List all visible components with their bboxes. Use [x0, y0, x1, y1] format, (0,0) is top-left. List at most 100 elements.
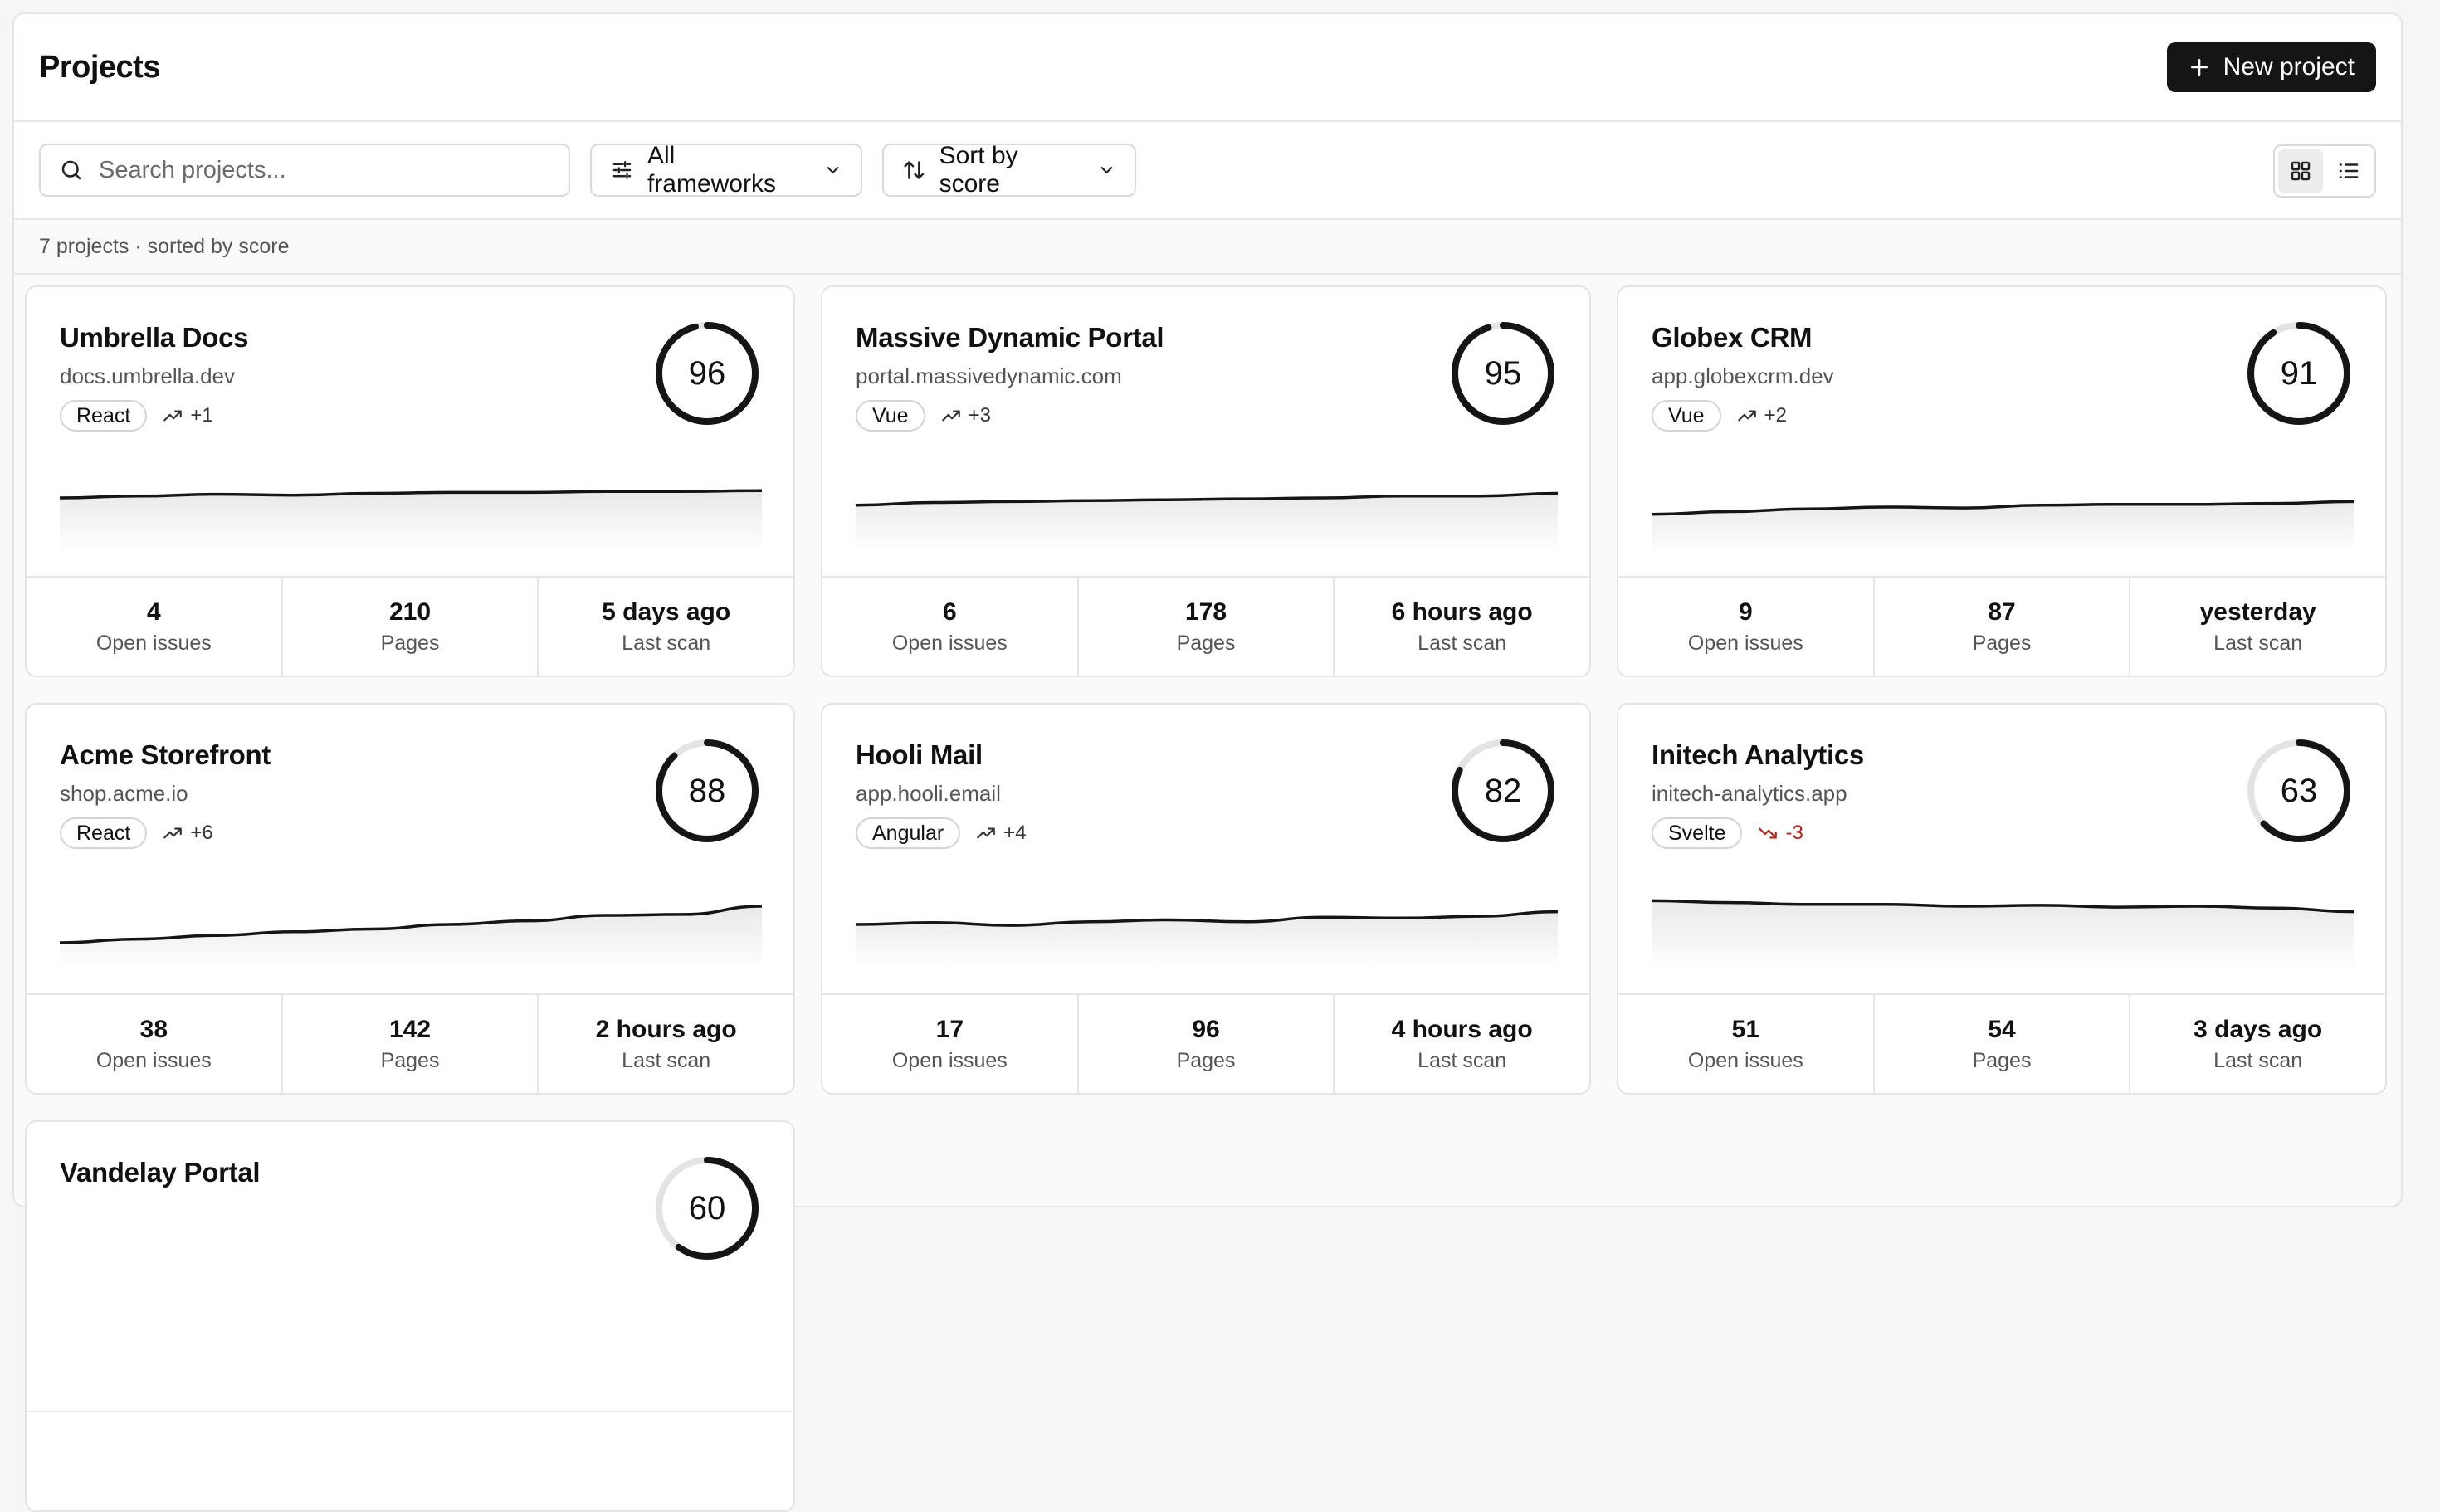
chevron-down-icon — [827, 167, 839, 173]
project-stats: 51 Open issues 54 Pages 3 days ago Last scan — [1618, 993, 2385, 1093]
score-value: 60 — [688, 1189, 726, 1227]
framework-badge: Angular — [856, 817, 961, 849]
stat-value: 51 — [1731, 1015, 1760, 1043]
stat-value: 4 hours ago — [1391, 1015, 1533, 1043]
score-history-sparkline — [60, 905, 762, 970]
chevron-down-icon — [1100, 167, 1113, 173]
stat-label: Open issues — [95, 1048, 212, 1072]
sparkline-area — [60, 490, 762, 553]
trend-value: +6 — [190, 822, 213, 844]
trend-value: +1 — [190, 404, 213, 427]
project-stats: 38 Open issues 142 Pages 2 hours ago Last sca… — [27, 993, 793, 1093]
sparkline-area — [1652, 900, 2354, 970]
trend-value: +4 — [1003, 822, 1027, 844]
search-input[interactable] — [99, 156, 550, 184]
score-history-sparkline — [1652, 500, 2354, 553]
trend-value: +2 — [1764, 404, 1787, 427]
trend-value: +3 — [968, 404, 991, 427]
framework-badge: Svelte — [1652, 817, 1743, 849]
stat-label: Open issues — [95, 631, 212, 655]
project-card[interactable]: Umbrella Docs docs.umbrella.dev React +1… — [25, 285, 795, 677]
project-name: Hooli Mail — [856, 739, 983, 770]
view-toggle — [2273, 144, 2376, 198]
project-card[interactable]: Acme Storefront shop.acme.io React +6 88… — [25, 703, 795, 1095]
new-project-label: New project — [2223, 53, 2355, 80]
stat-value: 2 hours ago — [595, 1015, 737, 1043]
stat-value: 178 — [1184, 597, 1227, 626]
page-header: Projects New project — [14, 14, 2401, 122]
results-summary-text: 7 projects · sorted by score — [39, 234, 290, 258]
score-history-sparkline — [60, 489, 762, 553]
stat-value: 54 — [1988, 1015, 2016, 1043]
project-name: Globex CRM — [1652, 322, 1813, 353]
project-tags: Vue +3 — [856, 400, 991, 432]
project-stats: 6 Open issues 178 Pages 6 hours ago Last scan — [822, 576, 1589, 676]
results-summary: 7 projects · sorted by score — [14, 220, 2401, 275]
stat-cell: 54 Pages — [1875, 995, 2131, 1093]
stat-label: Pages — [380, 631, 440, 655]
stat-value: 142 — [388, 1015, 432, 1043]
project-domain: initech-analytics.app — [1652, 781, 1847, 806]
stat-label: Pages — [1972, 631, 2032, 655]
framework-filter[interactable]: All frameworks — [590, 142, 862, 198]
stat-value: yesterday — [2199, 597, 2316, 626]
project-card[interactable]: Hooli Mail app.hooli.email Angular +4 82… — [821, 703, 1591, 1095]
stat-cell: 17 Open issues — [822, 995, 1079, 1093]
score-trend: +1 — [162, 404, 213, 427]
score-trend: +3 — [940, 404, 991, 427]
sort-select[interactable]: Sort by score — [882, 142, 1136, 198]
project-card[interactable]: Massive Dynamic Portal portal.massivedyn… — [821, 285, 1591, 677]
stat-label: Open issues — [1687, 1048, 1803, 1072]
trending-up-icon — [1737, 410, 1756, 422]
stat-value: 87 — [1988, 597, 2016, 626]
trending-up-icon — [163, 410, 183, 422]
stat-label: Pages — [1972, 1048, 2032, 1072]
framework-badge: Vue — [856, 400, 925, 432]
new-project-button[interactable]: New project — [2166, 42, 2376, 92]
stat-cell: 2 hours ago Last scan — [539, 995, 793, 1093]
trending-up-icon — [941, 410, 960, 422]
project-card[interactable]: Initech Analytics initech-analytics.app … — [1617, 703, 2387, 1095]
stat-value: 6 hours ago — [1391, 597, 1533, 626]
stat-label: Last scan — [622, 631, 711, 655]
project-stats: 9 Open issues 87 Pages yesterday Last scan — [1618, 576, 2385, 676]
project-tags: Vue +2 — [1652, 400, 1787, 432]
list-icon — [2339, 163, 2359, 178]
project-card[interactable]: Vandelay Portal 60 — [25, 1120, 795, 1512]
grid-view-button[interactable] — [2278, 149, 2323, 193]
trending-down-icon — [1759, 827, 1778, 839]
project-tags: Angular +4 — [856, 817, 1027, 849]
project-grid: Umbrella Docs docs.umbrella.dev React +1… — [25, 285, 2387, 1512]
score-trend: +4 — [975, 822, 1027, 845]
sparkline-area — [1652, 501, 2354, 553]
stat-cell: 38 Open issues — [27, 995, 283, 1093]
stat-cell: 51 Open issues — [1618, 995, 1875, 1093]
project-card[interactable]: Globex CRM app.globexcrm.dev Vue +2 91 9… — [1617, 285, 2387, 677]
stat-cell: 96 Pages — [1079, 995, 1335, 1093]
project-domain: shop.acme.io — [60, 781, 188, 806]
stat-value: 4 — [146, 597, 161, 626]
framework-badge: React — [60, 817, 148, 849]
toolbar: All frameworks Sort by score — [14, 122, 2401, 220]
stat-label: Pages — [1176, 1048, 1236, 1072]
score-history-sparkline — [856, 910, 1558, 970]
grid-icon — [2291, 161, 2311, 181]
score-ring: 63 — [2244, 736, 2354, 846]
project-tags: React +1 — [60, 400, 213, 432]
score-trend: -3 — [1757, 822, 1803, 845]
list-view-button[interactable] — [2326, 149, 2371, 193]
score-ring: 88 — [652, 736, 762, 846]
stat-value: 210 — [388, 597, 432, 626]
score-value: 95 — [1484, 354, 1522, 392]
stat-value: 38 — [139, 1015, 168, 1043]
search-box[interactable] — [39, 144, 570, 197]
stat-value: 3 days ago — [2194, 1015, 2323, 1043]
framework-filter-label: All frameworks — [647, 142, 776, 198]
project-domain: portal.massivedynamic.com — [856, 363, 1122, 388]
framework-badge: Vue — [1652, 400, 1721, 432]
project-stats: 17 Open issues 96 Pages 4 hours ago Last scan — [822, 993, 1589, 1093]
stat-cell: yesterday Last scan — [2130, 578, 2385, 676]
score-value: 63 — [2280, 772, 2318, 809]
trend-value: -3 — [1785, 822, 1803, 844]
stat-label: Pages — [1176, 631, 1236, 655]
